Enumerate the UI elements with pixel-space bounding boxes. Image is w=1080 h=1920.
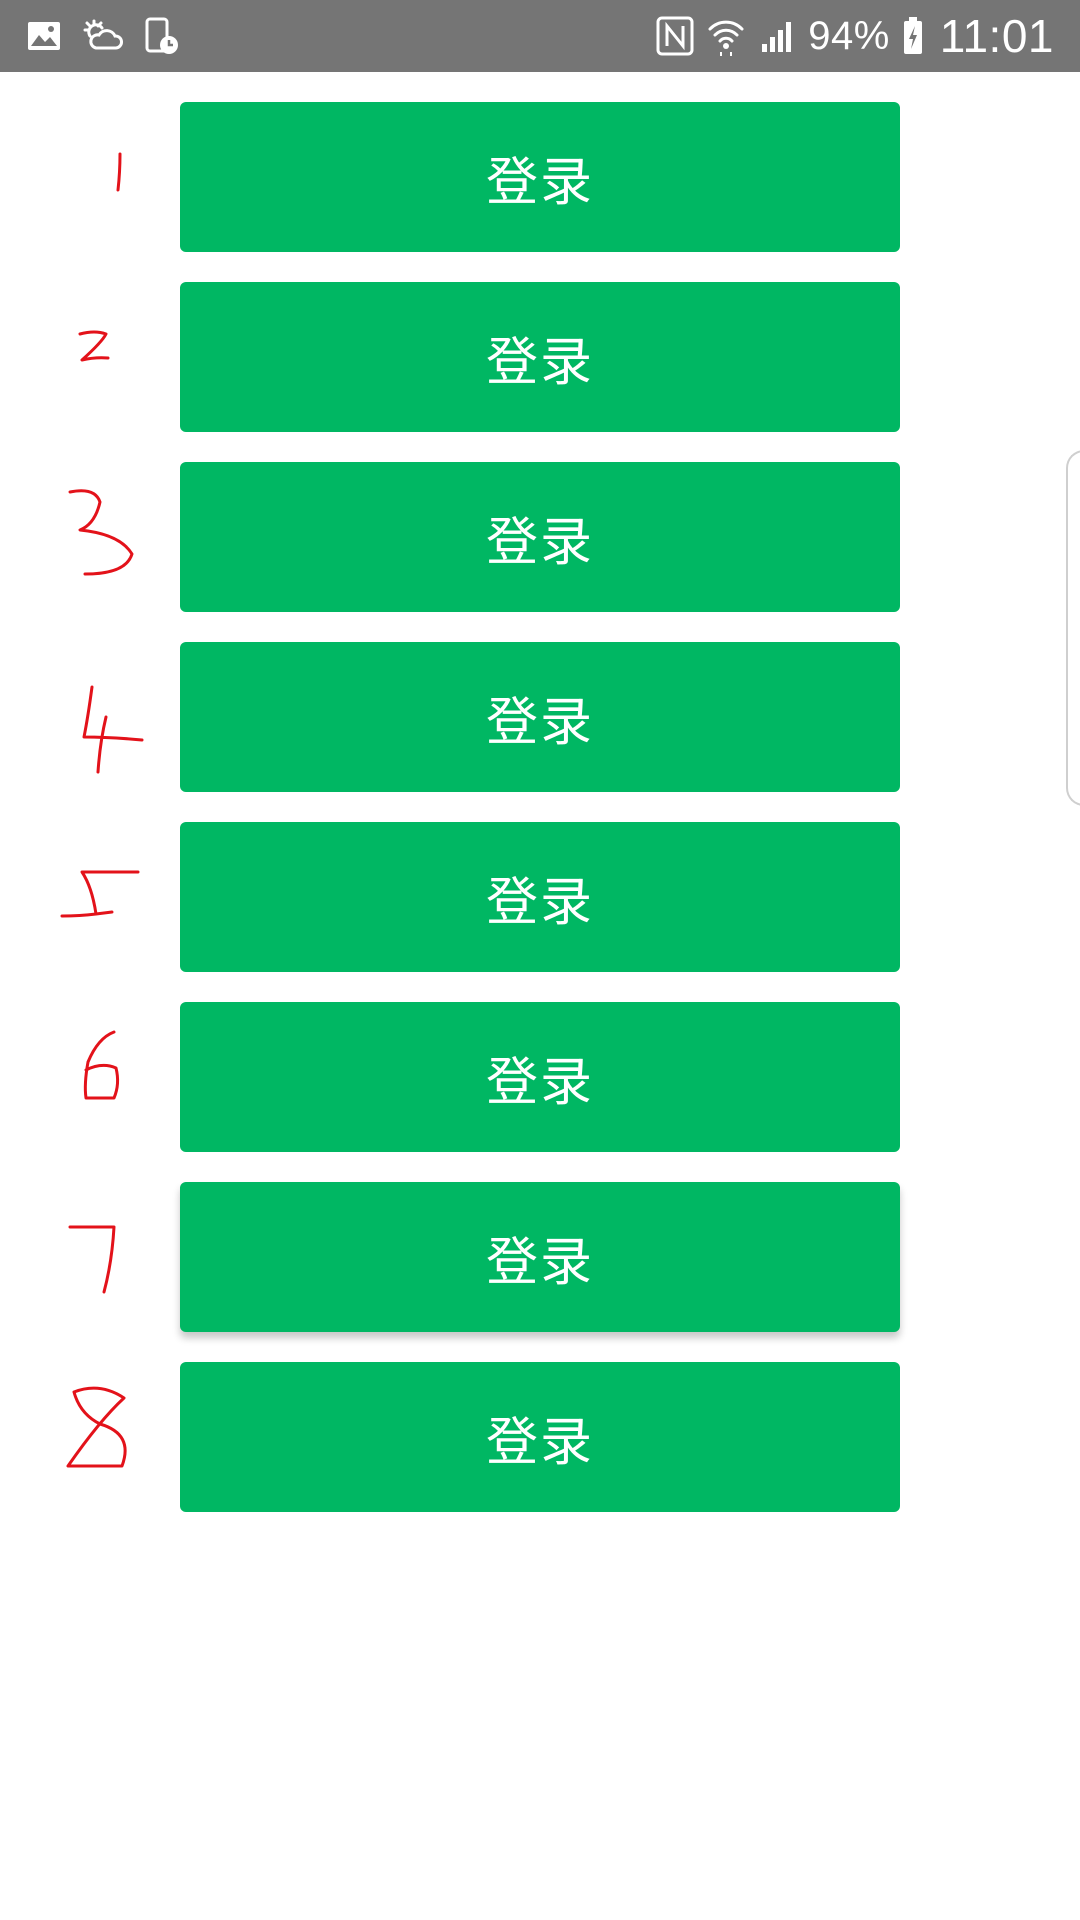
login-button[interactable]: 登录 bbox=[180, 462, 900, 612]
handwritten-number-5 bbox=[40, 822, 160, 972]
handwritten-number-7 bbox=[40, 1182, 160, 1332]
handwritten-number-4 bbox=[40, 642, 160, 792]
login-button[interactable]: 登录 bbox=[180, 822, 900, 972]
list-item: 登录 bbox=[0, 462, 1080, 612]
list-item: 登录 bbox=[0, 822, 1080, 972]
screen: 94% 11:01 登录 登录 登录 登录 登录 登录 登录 登录 bbox=[0, 0, 1080, 1920]
login-button[interactable]: 登录 bbox=[180, 1362, 900, 1512]
list-item: 登录 bbox=[0, 282, 1080, 432]
list-item: 登录 bbox=[0, 1002, 1080, 1152]
handwritten-number-1 bbox=[40, 102, 160, 252]
list-item: 登录 bbox=[0, 102, 1080, 252]
list-item: 登录 bbox=[0, 1362, 1080, 1512]
login-button[interactable]: 登录 bbox=[180, 1002, 900, 1152]
list-item: 登录 bbox=[0, 1182, 1080, 1332]
login-button[interactable]: 登录 bbox=[180, 102, 900, 252]
handwritten-number-6 bbox=[40, 1002, 160, 1152]
login-button[interactable]: 登录 bbox=[180, 282, 900, 432]
handwritten-number-3 bbox=[40, 462, 160, 612]
list-item: 登录 bbox=[0, 642, 1080, 792]
login-button-list: 登录 登录 登录 登录 登录 登录 登录 登录 bbox=[0, 0, 1080, 1920]
login-button raised[interactable]: 登录 bbox=[180, 1182, 900, 1332]
login-button[interactable]: 登录 bbox=[180, 642, 900, 792]
handwritten-number-2 bbox=[40, 282, 160, 432]
handwritten-number-8 bbox=[40, 1362, 160, 1512]
